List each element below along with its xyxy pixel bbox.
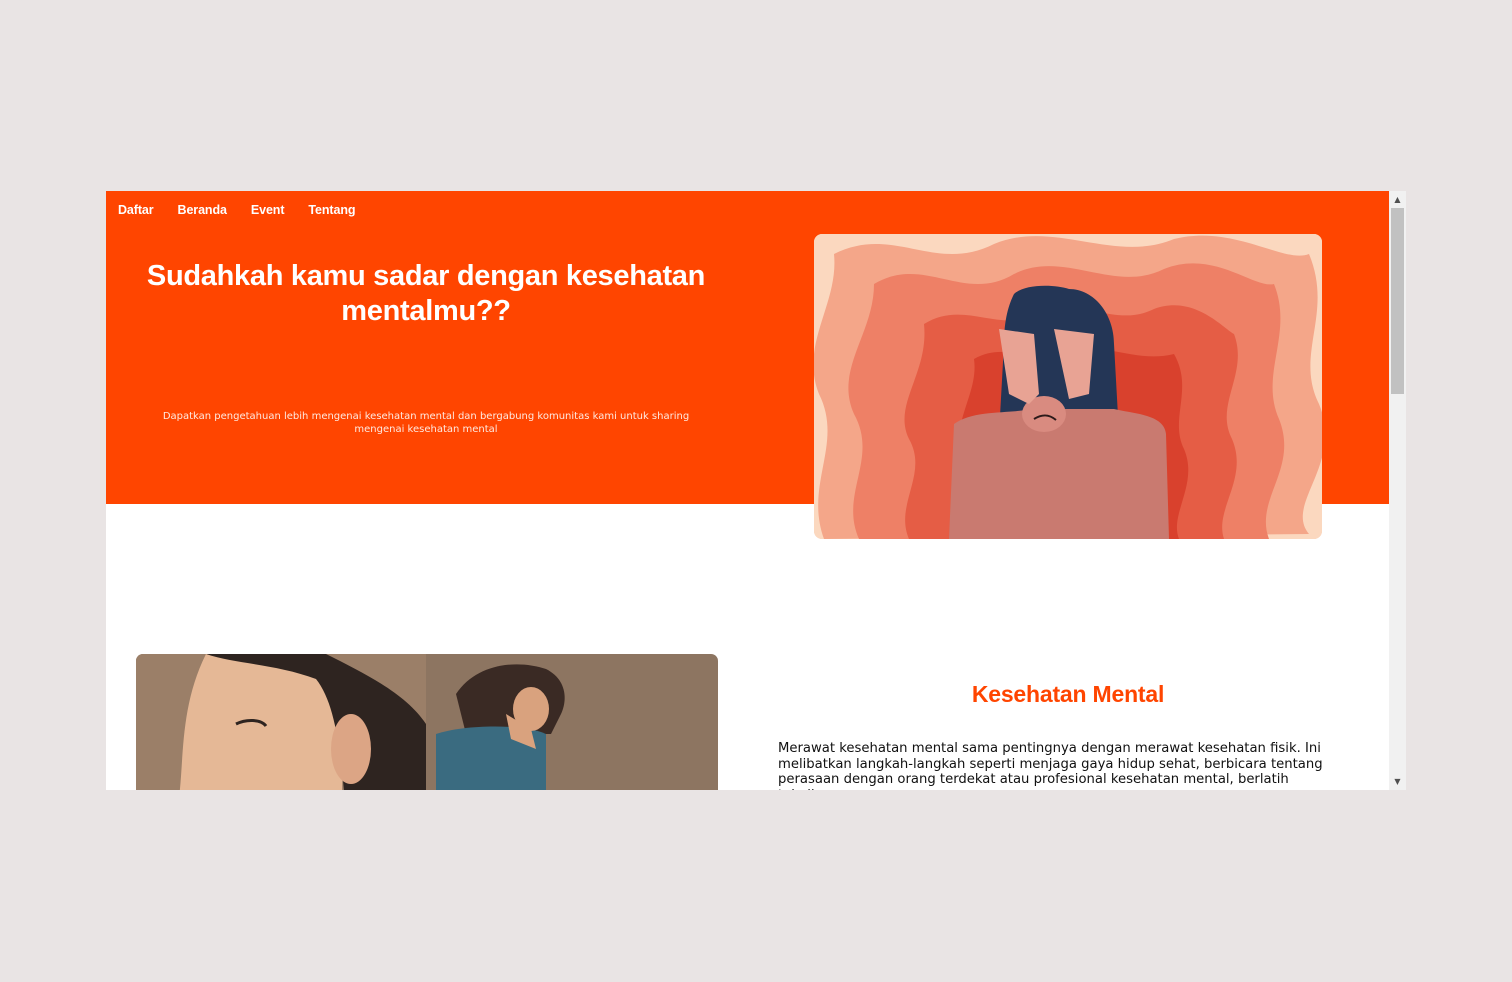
nav-item-tentang[interactable]: Tentang: [308, 203, 355, 217]
section-body: Merawat kesehatan mental sama pentingnya…: [778, 741, 1323, 790]
scroll-thumb[interactable]: [1391, 208, 1404, 394]
hero-title: Sudahkah kamu sadar dengan kesehatan men…: [146, 260, 706, 327]
hero-subtitle: Dapatkan pengetahuan lebih mengenai kese…: [162, 411, 690, 435]
top-nav: Daftar Beranda Event Tentang: [118, 203, 355, 217]
vertical-scrollbar[interactable]: ▲ ▼: [1389, 191, 1406, 790]
section-title: Kesehatan Mental: [971, 681, 1165, 707]
mental-health-illustration: [136, 654, 718, 790]
nav-item-daftar[interactable]: Daftar: [118, 203, 154, 217]
nav-item-event[interactable]: Event: [251, 203, 285, 217]
web-page: Daftar Beranda Event Tentang Sudahkah ka…: [106, 191, 1389, 790]
scroll-up-arrow-icon[interactable]: ▲: [1389, 191, 1406, 208]
browser-viewport: Daftar Beranda Event Tentang Sudahkah ka…: [106, 191, 1406, 790]
app-frame: Daftar Beranda Event Tentang Sudahkah ka…: [0, 0, 1512, 982]
scroll-down-arrow-icon[interactable]: ▼: [1389, 773, 1406, 790]
hero-illustration: [814, 234, 1322, 539]
nav-item-beranda[interactable]: Beranda: [178, 203, 227, 217]
